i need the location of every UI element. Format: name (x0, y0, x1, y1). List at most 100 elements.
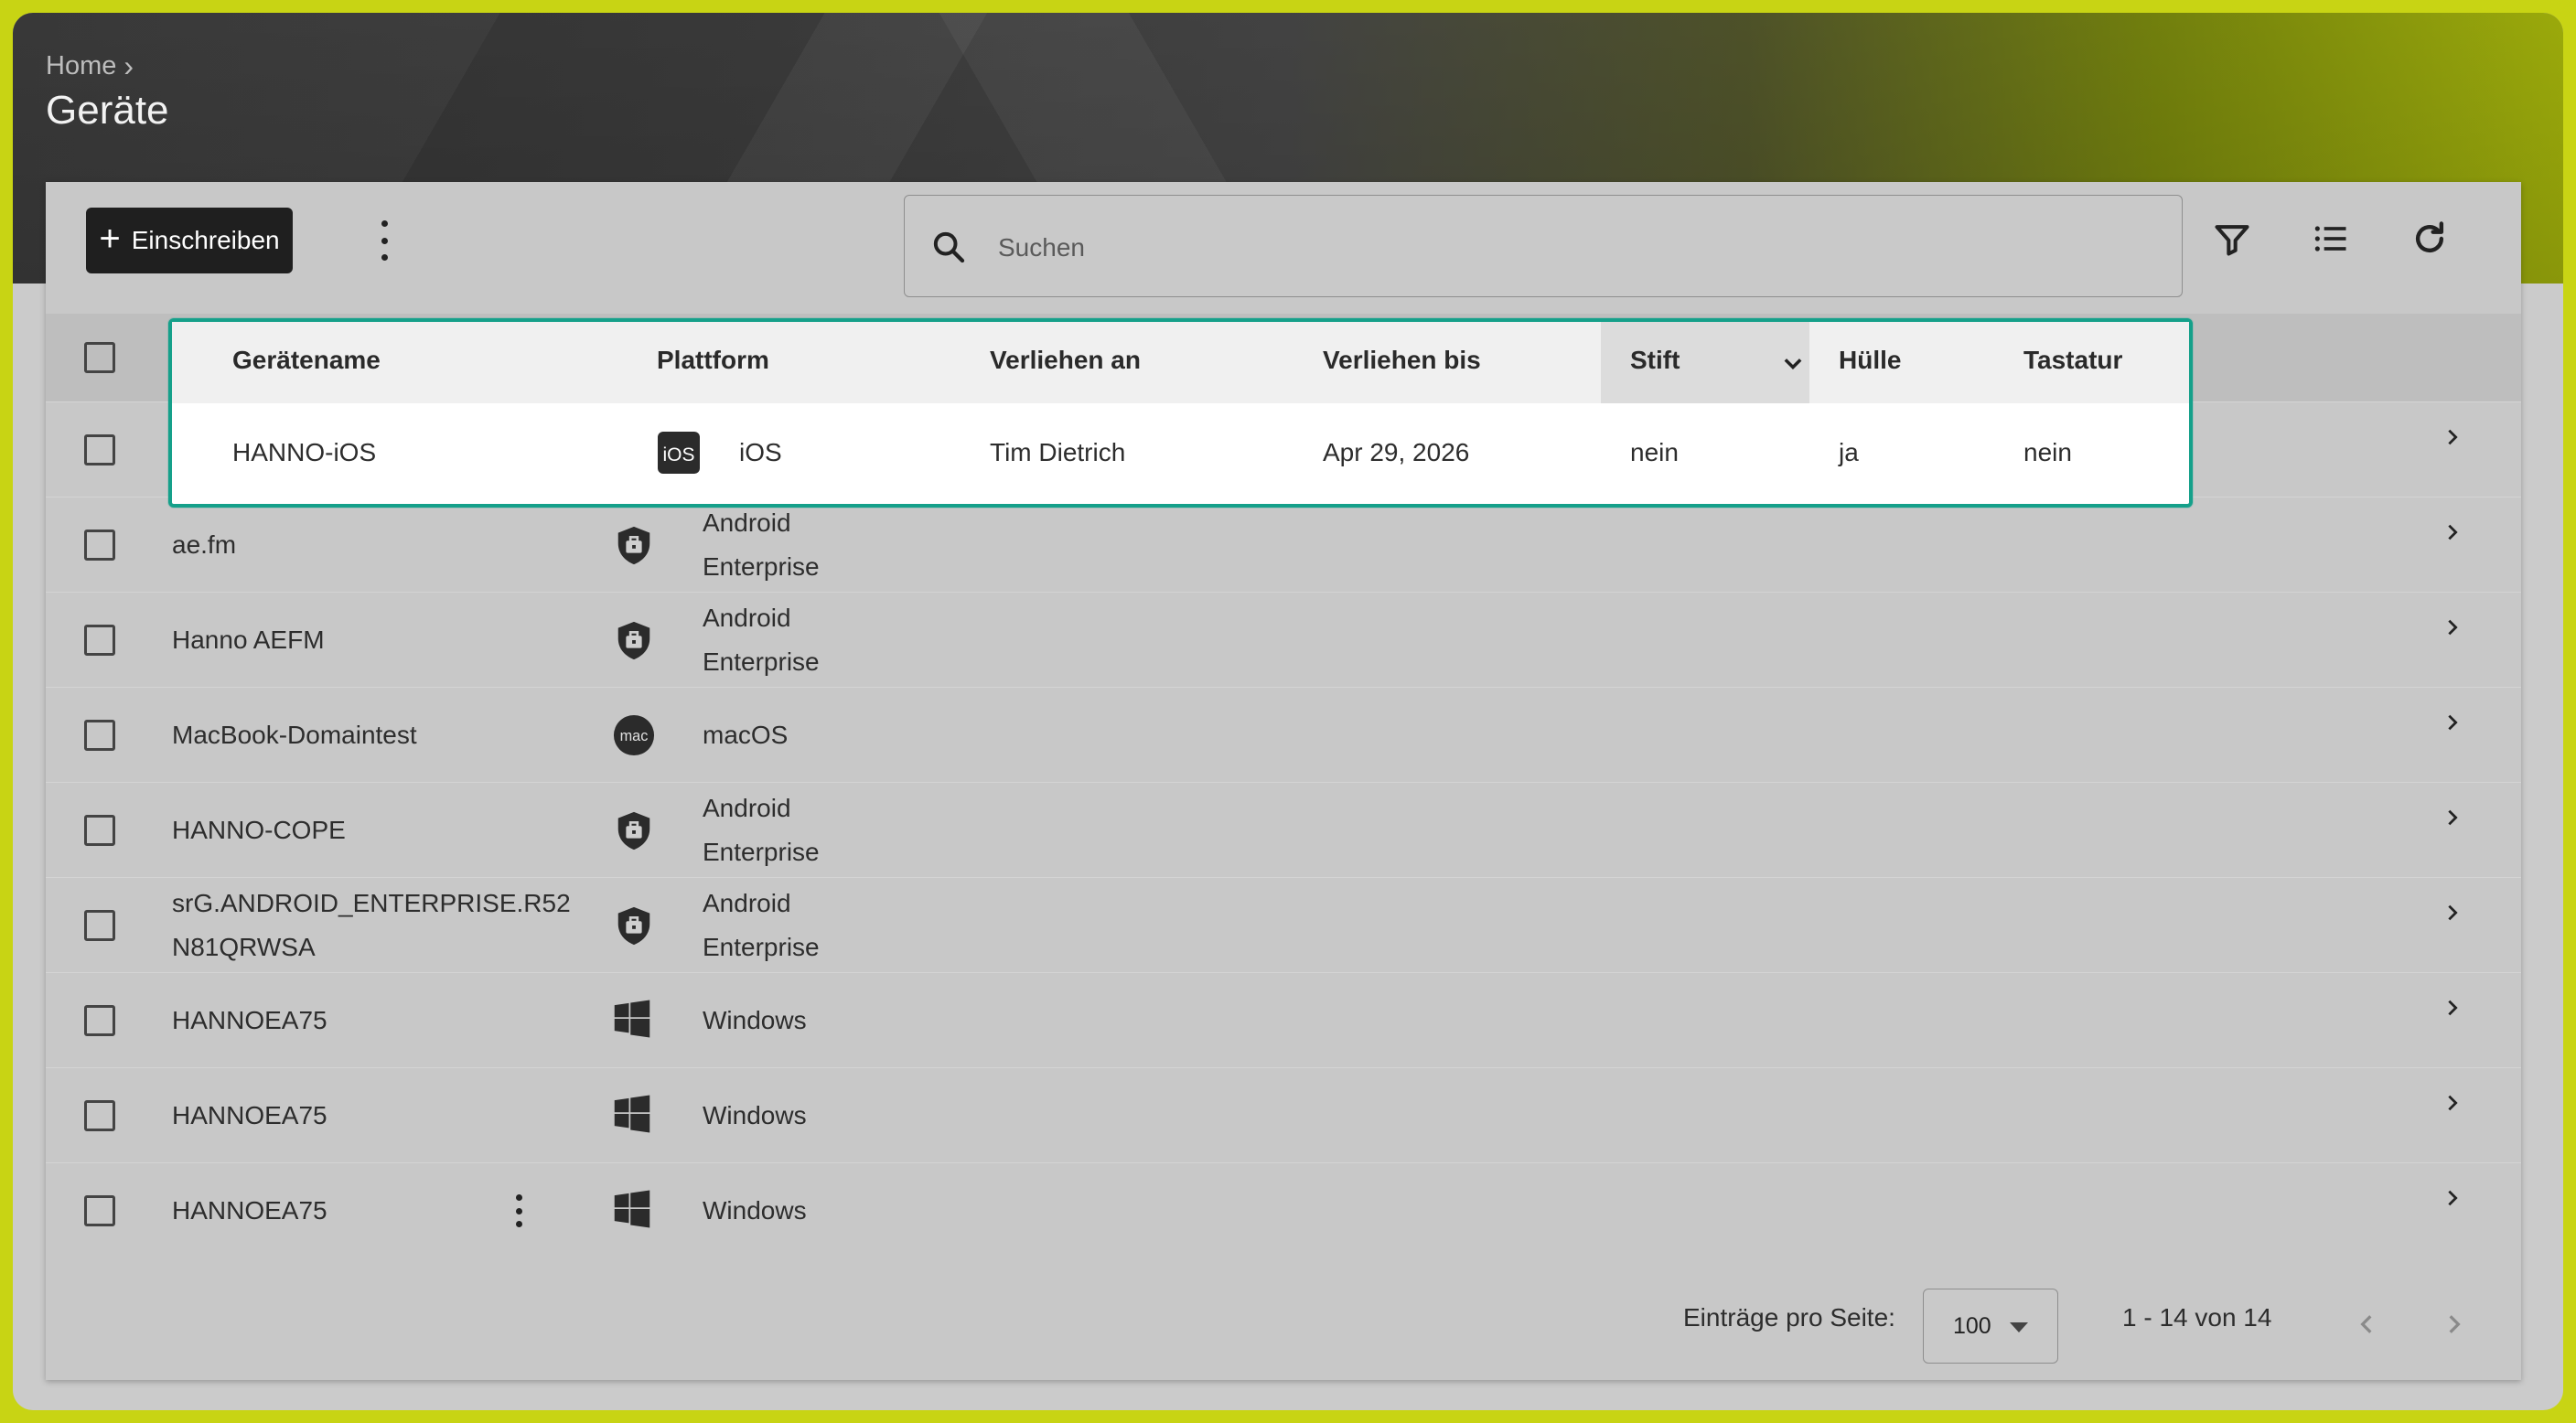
table-row-highlighted[interactable]: HANNO-iOS iOS iOS Tim Dietrich Apr 29, 2… (172, 403, 2189, 504)
android-enterprise-icon (617, 906, 650, 946)
column-header-name[interactable]: Gerätename (232, 346, 381, 375)
row-checkbox[interactable] (84, 625, 115, 656)
enroll-button[interactable]: + Einschreiben (86, 208, 293, 273)
table-row[interactable]: Hanno AEFM Android Enterprise (46, 592, 2521, 687)
table-row[interactable]: HANNOEA75 Windows (46, 1162, 2521, 1257)
column-header-pen[interactable]: Stift (1630, 346, 1680, 375)
platform-label: Enterprise (703, 933, 820, 961)
select-all-checkbox[interactable] (84, 342, 115, 373)
chevron-down-icon[interactable] (1780, 351, 1806, 377)
row-checkbox[interactable] (84, 1100, 115, 1131)
column-header-lent-to[interactable]: Verliehen an (990, 346, 1141, 375)
lent-to-value: Tim Dietrich (990, 438, 1126, 466)
platform-label: Enterprise (703, 552, 820, 581)
lent-until-value: Apr 29, 2026 (1323, 438, 1470, 466)
table-row[interactable]: ae.fm Android Enterprise (46, 497, 2521, 592)
windows-icon (614, 1095, 650, 1133)
ios-icon: iOS (658, 432, 700, 474)
more-options-icon[interactable] (371, 220, 397, 261)
next-page-icon[interactable] (2442, 1312, 2466, 1336)
platform-label: Enterprise (703, 838, 820, 866)
row-checkbox[interactable] (84, 1195, 115, 1226)
chevron-right-icon[interactable] (2442, 522, 2463, 542)
pagination-bar: Einträge pro Seite: 100 1 - 14 von 14 (46, 1261, 2521, 1380)
chevron-right-icon[interactable] (2442, 1188, 2463, 1208)
column-header-lent-until[interactable]: Verliehen bis (1323, 346, 1481, 375)
chevron-right-icon[interactable] (2442, 903, 2463, 923)
dropdown-caret-icon (2010, 1322, 2028, 1332)
toolbar: + Einschreiben (46, 182, 2521, 301)
row-checkbox[interactable] (84, 720, 115, 751)
row-more-icon[interactable] (514, 1194, 523, 1227)
platform-label: iOS (739, 438, 782, 466)
row-checkbox[interactable] (84, 434, 115, 465)
platform-label: Android (703, 508, 791, 537)
row-checkbox[interactable] (84, 815, 115, 846)
platform-label: Windows (703, 1101, 807, 1129)
per-page-label: Einträge pro Seite: (1683, 1303, 1895, 1332)
table-row[interactable]: HANNOEA75 Windows (46, 972, 2521, 1067)
windows-icon (614, 1190, 650, 1228)
device-name: MacBook-Domaintest (172, 721, 417, 749)
android-enterprise-icon (617, 811, 650, 851)
refresh-icon[interactable] (2410, 219, 2450, 259)
row-checkbox[interactable] (84, 910, 115, 941)
breadcrumb: Home › (46, 49, 134, 83)
android-enterprise-icon (617, 526, 650, 565)
per-page-value: 100 (1953, 1313, 1991, 1339)
table-header-highlighted: Gerätename Plattform Verliehen an Verlie… (172, 322, 2189, 403)
search-input[interactable] (998, 223, 2151, 273)
previous-page-icon[interactable] (2355, 1312, 2378, 1336)
platform-label: Windows (703, 1196, 807, 1225)
macos-icon: mac (613, 714, 655, 756)
table-row[interactable]: srG.ANDROID_ENTERPRISE.R52 N81QRWSA Andr… (46, 877, 2521, 972)
columns-list-icon[interactable] (2311, 219, 2351, 259)
column-header-platform[interactable]: Plattform (657, 346, 769, 375)
device-name: HANNOEA75 (172, 1006, 327, 1034)
table-row[interactable]: HANNOEA75 Windows (46, 1067, 2521, 1162)
platform-label: Android (703, 794, 791, 822)
pen-value: nein (1630, 438, 1679, 466)
per-page-select[interactable]: 100 (1923, 1289, 2058, 1364)
column-header-case[interactable]: Hülle (1839, 346, 1901, 375)
app-frame: Home › Geräte + Einschreiben Suchen ae.f… (13, 13, 2563, 1410)
chevron-right-icon[interactable] (2442, 998, 2463, 1018)
breadcrumb-home[interactable]: Home (46, 51, 116, 81)
windows-icon (614, 1000, 650, 1038)
svg-text:mac: mac (620, 728, 649, 744)
devices-panel: + Einschreiben Suchen ae.fm Android Ente… (46, 182, 2521, 1380)
highlighted-region: Gerätename Plattform Verliehen an Verlie… (168, 318, 2193, 508)
column-header-keyboard[interactable]: Tastatur (2023, 346, 2122, 375)
chevron-right-icon[interactable] (2442, 617, 2463, 637)
platform-label: Android (703, 889, 791, 917)
pagination-range: 1 - 14 von 14 (2122, 1303, 2272, 1332)
plus-icon: + (99, 219, 121, 259)
device-name: ae.fm (172, 530, 237, 559)
device-name: HANNOEA75 (172, 1101, 327, 1129)
chevron-right-icon[interactable] (2442, 808, 2463, 828)
device-name: HANNO-iOS (232, 438, 377, 466)
device-name: HANNO-COPE (172, 816, 346, 844)
platform-label: Android (703, 604, 791, 632)
device-name: Hanno AEFM (172, 626, 325, 654)
chevron-right-icon[interactable] (2442, 712, 2463, 733)
enroll-button-label: Einschreiben (131, 226, 280, 254)
row-checkbox[interactable] (84, 1005, 115, 1036)
platform-label: Windows (703, 1006, 807, 1034)
chevron-right-icon: › (123, 49, 134, 82)
android-enterprise-icon (617, 621, 650, 660)
device-name: N81QRWSA (172, 933, 316, 961)
platform-label: Enterprise (703, 647, 820, 676)
chevron-right-icon[interactable] (2442, 427, 2463, 447)
table-row[interactable]: MacBook-Domaintest mac macOS (46, 687, 2521, 782)
device-name: srG.ANDROID_ENTERPRISE.R52 (172, 889, 571, 917)
case-value: ja (1839, 438, 1859, 466)
page-title: Geräte (46, 88, 169, 133)
device-name: HANNOEA75 (172, 1196, 327, 1225)
chevron-right-icon[interactable] (2442, 1093, 2463, 1113)
filter-icon[interactable] (2212, 219, 2252, 259)
row-checkbox[interactable] (84, 530, 115, 561)
svg-text:iOS: iOS (662, 444, 694, 465)
search-icon (933, 231, 965, 263)
table-row[interactable]: HANNO-COPE Android Enterprise (46, 782, 2521, 877)
